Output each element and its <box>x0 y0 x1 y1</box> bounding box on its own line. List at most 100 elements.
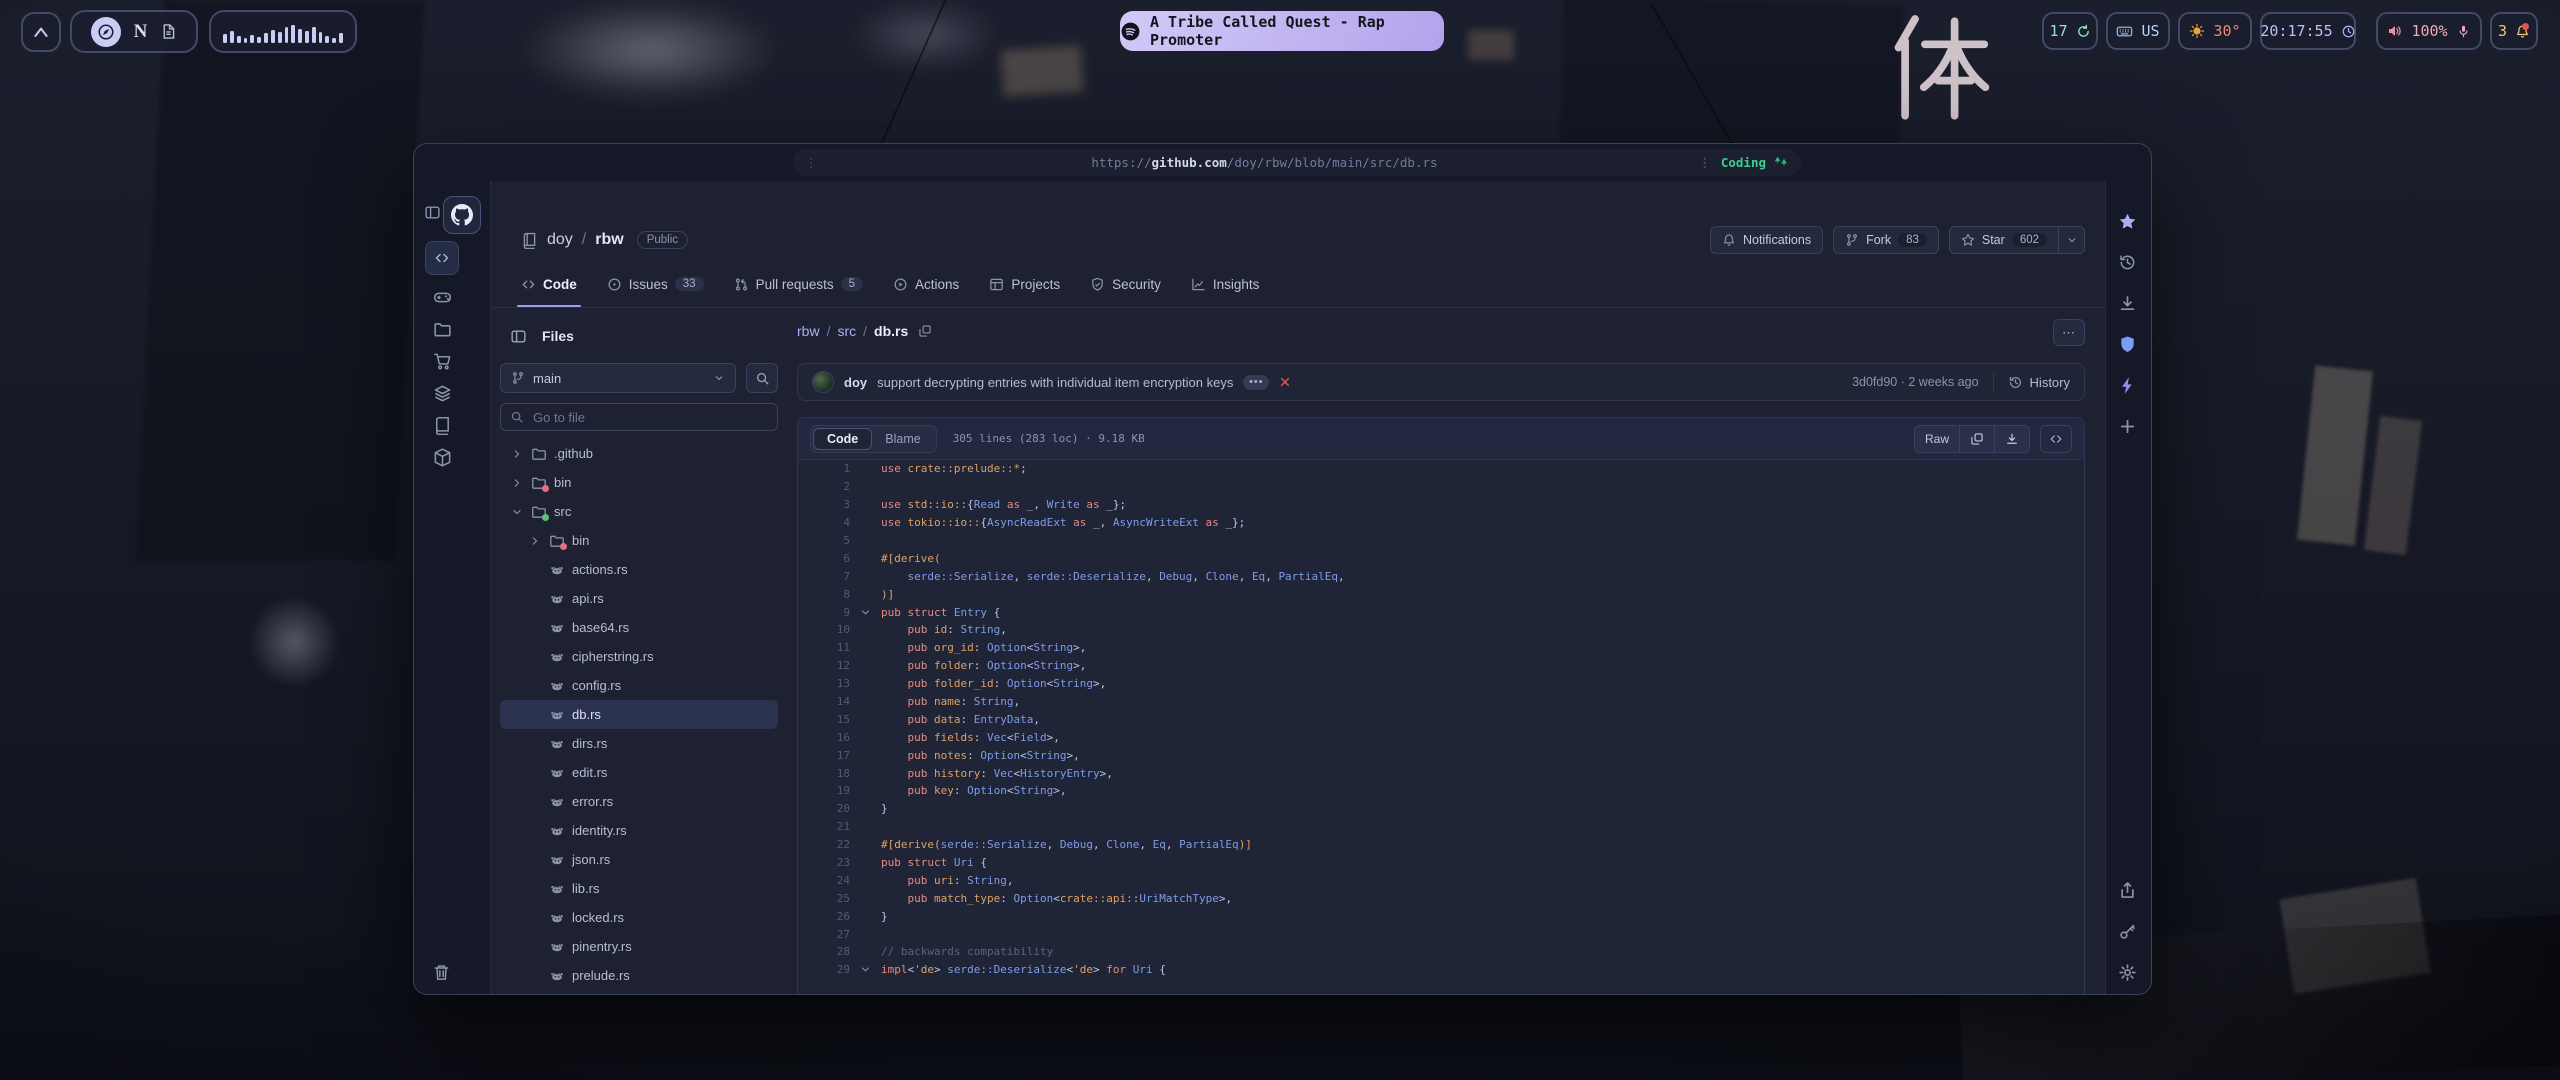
url-text[interactable]: https://github.com/doy/rbw/blob/main/src… <box>831 155 1699 170</box>
code-line-3[interactable]: 3use std::io::{Read as _, Write as _}; <box>798 496 2084 514</box>
line-number[interactable]: 24 <box>798 874 850 887</box>
download-button[interactable] <box>1994 426 2029 452</box>
code-line-26[interactable]: 26} <box>798 907 2084 925</box>
code-line-18[interactable]: 18 pub history: Vec<HistoryEntry>, <box>798 764 2084 782</box>
line-number[interactable]: 3 <box>798 498 850 511</box>
line-number[interactable]: 20 <box>798 802 850 815</box>
code-tab[interactable] <box>425 241 459 275</box>
keyboard-layout-pill[interactable]: US <box>2106 12 2170 50</box>
tab-pull-requests[interactable]: Pull requests5 <box>734 273 863 307</box>
chevron-down-icon[interactable] <box>510 506 524 518</box>
code-line-23[interactable]: 23pub struct Uri { <box>798 854 2084 872</box>
weather-pill[interactable]: 30° <box>2178 12 2252 50</box>
launcher-button[interactable] <box>21 12 61 52</box>
tree-item-pinentry.rs[interactable]: pinentry.rs <box>500 932 778 961</box>
code-line-16[interactable]: 16 pub fields: Vec<Field>, <box>798 728 2084 746</box>
notion-icon[interactable]: N <box>134 21 148 43</box>
code-tab[interactable]: Code <box>813 428 872 450</box>
line-number[interactable]: 11 <box>798 641 850 654</box>
code-line-20[interactable]: 20} <box>798 800 2084 818</box>
tree-item-api.rs[interactable]: api.rs <box>500 584 778 613</box>
line-number[interactable]: 2 <box>798 480 850 493</box>
code-line-28[interactable]: 28// backwards compatibility <box>798 943 2084 961</box>
commit-author[interactable]: doy <box>844 375 867 390</box>
tree-item-locked.rs[interactable]: locked.rs <box>500 903 778 932</box>
line-number[interactable]: 18 <box>798 767 850 780</box>
star-icon[interactable] <box>2118 212 2137 231</box>
tab-actions[interactable]: Actions <box>893 273 959 307</box>
code-line-14[interactable]: 14 pub name: String, <box>798 693 2084 711</box>
shield-icon[interactable] <box>2118 335 2137 354</box>
layers-icon[interactable] <box>433 384 452 403</box>
line-number[interactable]: 22 <box>798 838 850 851</box>
line-number[interactable]: 15 <box>798 713 850 726</box>
line-number[interactable]: 13 <box>798 677 850 690</box>
tree-item-db.rs[interactable]: db.rs <box>500 700 778 729</box>
line-number[interactable]: 26 <box>798 910 850 923</box>
line-number[interactable]: 8 <box>798 588 850 601</box>
line-number[interactable]: 12 <box>798 659 850 672</box>
notifications-button[interactable]: Notifications <box>1710 226 1823 254</box>
tree-item-bin[interactable]: bin <box>500 526 778 555</box>
chevron-right-icon[interactable] <box>510 477 524 489</box>
download-icon[interactable] <box>2118 294 2137 313</box>
tree-item-error.rs[interactable]: error.rs <box>500 787 778 816</box>
gear-icon[interactable] <box>2118 963 2137 982</box>
tree-item-json.rs[interactable]: json.rs <box>500 845 778 874</box>
tree-item-.github[interactable]: .github <box>500 439 778 468</box>
history-icon[interactable] <box>2118 253 2137 272</box>
book-icon[interactable] <box>433 416 452 435</box>
code-lines[interactable]: 1use crate::prelude::*;23use std::io::{R… <box>798 460 2084 994</box>
line-number[interactable]: 16 <box>798 731 850 744</box>
line-number[interactable]: 1 <box>798 462 850 475</box>
line-number[interactable]: 23 <box>798 856 850 869</box>
symbols-button[interactable] <box>2040 425 2072 453</box>
breadcrumb-dir[interactable]: src <box>837 323 856 339</box>
line-number[interactable]: 29 <box>798 963 850 976</box>
code-line-17[interactable]: 17 pub notes: Option<String>, <box>798 746 2084 764</box>
code-line-1[interactable]: 1use crate::prelude::*; <box>798 460 2084 478</box>
gamepad-icon[interactable] <box>433 288 452 307</box>
tree-item-lib.rs[interactable]: lib.rs <box>500 874 778 903</box>
code-line-25[interactable]: 25 pub match_type: Option<crate::api::Ur… <box>798 889 2084 907</box>
zap-icon[interactable] <box>2118 376 2137 395</box>
audio-pill[interactable]: 100% <box>2376 12 2482 50</box>
fold-chevron-icon[interactable] <box>850 607 881 618</box>
code-line-12[interactable]: 12 pub folder: Option<String>, <box>798 657 2084 675</box>
window-titlebar[interactable]: ⋮ https://github.com/doy/rbw/blob/main/s… <box>414 144 2151 181</box>
chevron-right-icon[interactable] <box>528 535 542 547</box>
line-number[interactable]: 25 <box>798 892 850 905</box>
code-line-15[interactable]: 15 pub data: EntryData, <box>798 710 2084 728</box>
code-line-29[interactable]: 29impl<'de> serde::Deserialize<'de> for … <box>798 961 2084 979</box>
updates-pill[interactable]: 17 <box>2042 12 2098 50</box>
line-number[interactable]: 27 <box>798 928 850 941</box>
cart-icon[interactable] <box>433 352 452 371</box>
file-options-button[interactable]: ⋯ <box>2053 319 2085 346</box>
code-line-5[interactable]: 5 <box>798 532 2084 550</box>
line-number[interactable]: 6 <box>798 552 850 565</box>
sidebar-toggle-icon[interactable] <box>424 204 441 221</box>
workspace-indicator[interactable]: ⋮ Coding <box>1698 155 1801 171</box>
line-number[interactable]: 10 <box>798 623 850 636</box>
copy-file-button[interactable] <box>1959 426 1994 452</box>
url-bar[interactable]: ⋮ https://github.com/doy/rbw/blob/main/s… <box>793 149 1801 176</box>
commit-message[interactable]: support decrypting entries with individu… <box>877 375 1233 390</box>
tab-code[interactable]: Code <box>521 273 577 307</box>
blame-tab[interactable]: Blame <box>872 429 933 449</box>
star-button[interactable]: Star 602 <box>1949 226 2059 254</box>
check-failed-icon[interactable] <box>1279 376 1291 388</box>
fork-button[interactable]: Fork 83 <box>1833 226 1939 254</box>
trash-icon[interactable] <box>432 963 451 982</box>
tab-security[interactable]: Security <box>1090 273 1161 307</box>
code-line-22[interactable]: 22#[derive(serde::Serialize, Debug, Clon… <box>798 836 2084 854</box>
code-line-21[interactable]: 21 <box>798 818 2084 836</box>
code-line-7[interactable]: 7 serde::Serialize, serde::Deserialize, … <box>798 567 2084 585</box>
line-number[interactable]: 7 <box>798 570 850 583</box>
line-number[interactable]: 14 <box>798 695 850 708</box>
chevron-right-icon[interactable] <box>510 448 524 460</box>
repo-owner-link[interactable]: doy <box>547 231 573 249</box>
star-dropdown[interactable] <box>2059 226 2085 254</box>
collapse-panel-icon[interactable] <box>504 322 532 350</box>
share-icon[interactable] <box>2118 881 2137 900</box>
line-number[interactable]: 21 <box>798 820 850 833</box>
